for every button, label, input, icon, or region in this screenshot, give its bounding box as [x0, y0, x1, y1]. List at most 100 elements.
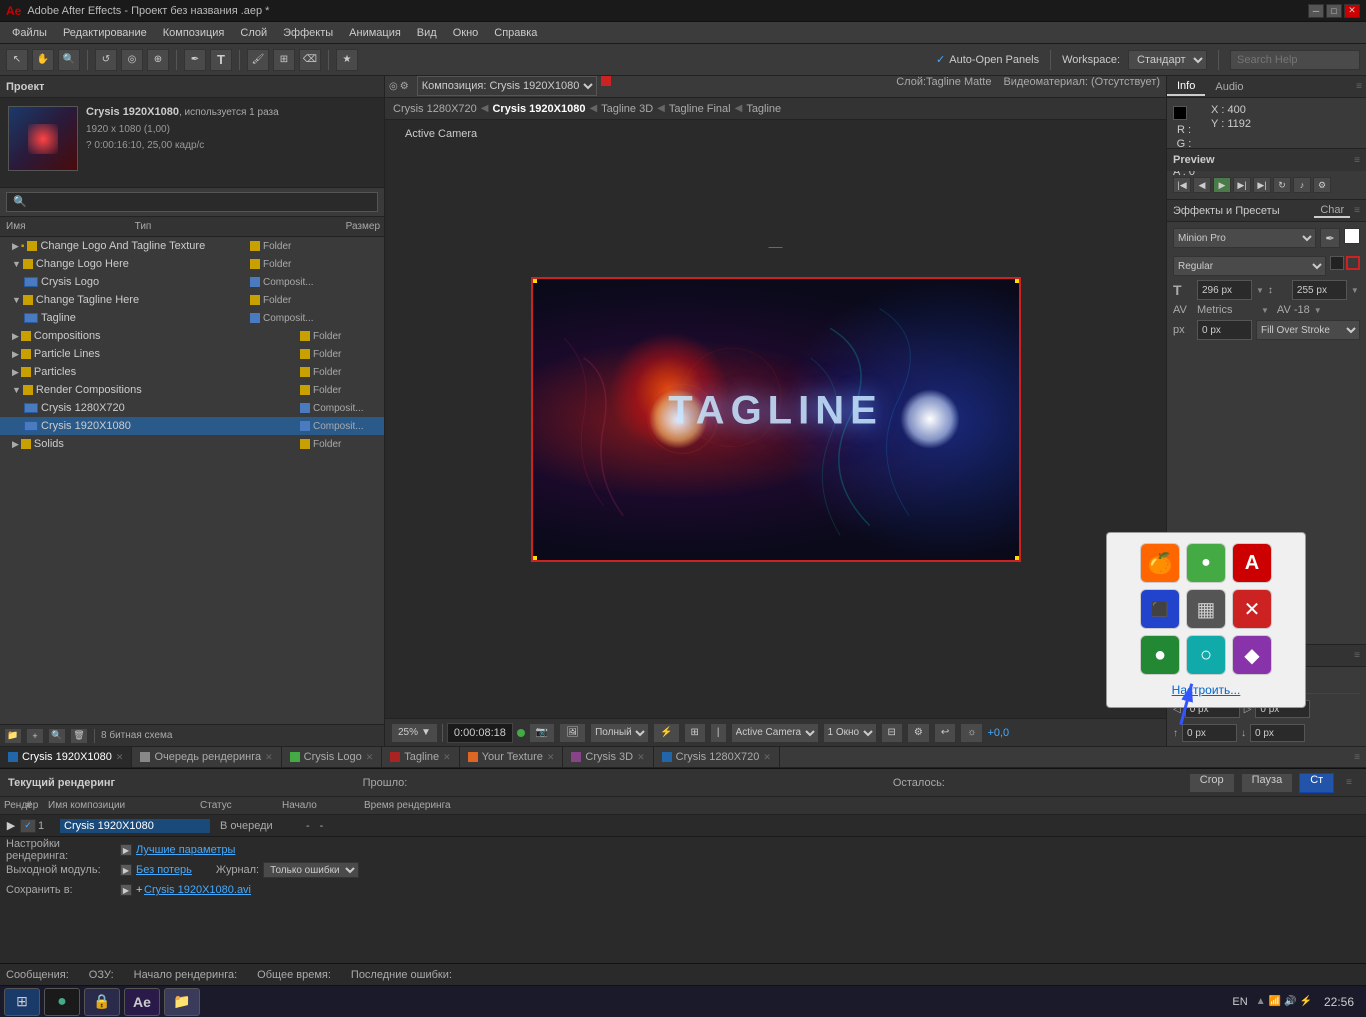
chrome-button[interactable]: ●	[44, 988, 80, 1016]
timeline-tab-crysislogo[interactable]: Crysis Logo ✕	[282, 747, 383, 767]
timeline-tab-crysis1920[interactable]: Crysis 1920X1080 ✕	[0, 747, 132, 767]
timeline-tab-texture[interactable]: Your Texture ✕	[460, 747, 564, 767]
start-render-button[interactable]: Ст	[1299, 773, 1334, 793]
menu-files[interactable]: Файлы	[4, 25, 55, 41]
list-item[interactable]: ▶ Particle Lines Folder	[0, 345, 384, 363]
tool-clone[interactable]: ⊞	[273, 49, 295, 71]
delete-button[interactable]: 🗑	[70, 728, 88, 744]
fast-preview-btn[interactable]: ⚡	[653, 723, 679, 743]
breadcrumb-crysis-1920[interactable]: Crysis 1920X1080	[492, 103, 585, 115]
menu-edit[interactable]: Редактирование	[55, 25, 155, 41]
expand-arrow[interactable]: ▶	[4, 819, 18, 833]
effects-menu-btn[interactable]: ≡	[1354, 205, 1360, 216]
preview-settings-button[interactable]: ⚙	[1313, 177, 1331, 193]
tab-close-tagline[interactable]: ✕	[443, 752, 451, 763]
guides-btn[interactable]: |	[710, 723, 727, 743]
timeline-tab-crysis1280[interactable]: Crysis 1280X720 ✕	[654, 747, 780, 767]
list-item[interactable]: Crysis 1280X720 Composit...	[0, 399, 384, 417]
render-panel-menu[interactable]: ≡	[1340, 777, 1358, 788]
grid-btn[interactable]: ⊞	[684, 723, 706, 743]
auto-open-toggle[interactable]: ✓ Auto-Open Panels	[936, 53, 1039, 66]
px-input[interactable]	[1197, 320, 1252, 340]
list-item[interactable]: Crysis Logo Composit...	[0, 273, 384, 291]
tool-zoom[interactable]: 🔍	[58, 49, 80, 71]
composition-settings-btn[interactable]: ⚙	[907, 723, 930, 743]
time-display[interactable]: 0:00:08:18	[447, 723, 513, 743]
pause-button[interactable]: Пауза	[1241, 773, 1294, 793]
tab-close-crysis3d[interactable]: ✕	[637, 752, 645, 763]
tab-audio[interactable]: Audio	[1205, 79, 1253, 95]
font-size-input[interactable]	[1197, 280, 1252, 300]
comp-name-dropdown[interactable]: Композиция: Crysis 1920X1080	[417, 76, 597, 96]
no-fill-icon[interactable]	[1346, 256, 1360, 270]
search-button[interactable]: 🔍	[48, 728, 66, 744]
addon-icon-9[interactable]: ◆	[1232, 635, 1272, 675]
reset-view-btn[interactable]: ↩	[934, 723, 956, 743]
render-enabled-check[interactable]: ✓	[20, 819, 36, 833]
menu-window[interactable]: Окно	[445, 25, 487, 41]
breadcrumb-tagline-3d[interactable]: Tagline 3D	[601, 103, 653, 115]
save-path-expand[interactable]: ▶	[120, 884, 132, 896]
list-item[interactable]: ▶ ▪ Change Logo And Tagline Texture Fold…	[0, 237, 384, 255]
color-picker-white[interactable]	[1344, 228, 1360, 244]
render-comp-name[interactable]: Crysis 1920X1080	[60, 819, 210, 833]
font-style-select[interactable]: Regular	[1173, 256, 1326, 276]
stroke-color[interactable]	[1330, 256, 1344, 270]
list-item[interactable]: ▼ Render Compositions Folder	[0, 381, 384, 399]
tool-rotate[interactable]: ↺	[95, 49, 117, 71]
canvas-viewport[interactable]: Active Camera —	[385, 120, 1166, 718]
tab-close-renderqueue[interactable]: ✕	[265, 752, 273, 763]
workspace-select[interactable]: Стандарт	[1128, 50, 1207, 70]
snapshot-btn[interactable]: 📷	[529, 723, 555, 743]
tab-info[interactable]: Info	[1167, 78, 1205, 96]
leading-input[interactable]	[1292, 280, 1347, 300]
list-item[interactable]: ▶ Particles Folder	[0, 363, 384, 381]
corner-handle-bl[interactable]	[531, 556, 537, 562]
tool-brush[interactable]: 🖌	[247, 49, 269, 71]
loop-button[interactable]: ↻	[1273, 177, 1291, 193]
start-button[interactable]: ⊞	[4, 988, 40, 1016]
new-comp-button[interactable]: +	[26, 728, 44, 744]
corner-handle-tl[interactable]	[531, 277, 537, 283]
composition-canvas[interactable]: TAGLINE	[531, 277, 1021, 562]
tool-eraser[interactable]: ⌫	[299, 49, 321, 71]
zoom-control[interactable]: 25% ▼	[391, 723, 438, 743]
tab-close-crysis1920[interactable]: ✕	[116, 752, 124, 763]
timeline-tab-tagline[interactable]: Tagline ✕	[382, 747, 459, 767]
breadcrumb-tagline-final[interactable]: Tagline Final	[669, 103, 731, 115]
breadcrumb-crysis-1280[interactable]: Crysis 1280X720	[393, 103, 477, 115]
minimize-button[interactable]: ─	[1308, 4, 1324, 18]
tool-puppet[interactable]: ★	[336, 49, 358, 71]
char-tab[interactable]: Char	[1314, 204, 1350, 218]
project-search-input[interactable]	[6, 192, 378, 212]
go-start-button[interactable]: |◀	[1173, 177, 1191, 193]
tab-close-crysislogo[interactable]: ✕	[366, 752, 374, 763]
timeline-tab-crysis3d[interactable]: Crysis 3D ✕	[563, 747, 653, 767]
tab-close-texture[interactable]: ✕	[547, 752, 555, 763]
list-item[interactable]: ▼ Change Logo Here Folder	[0, 255, 384, 273]
output-module-expand[interactable]: ▶	[120, 864, 132, 876]
3d-layout-btn[interactable]: ⊟	[881, 723, 903, 743]
close-button[interactable]: ✕	[1344, 4, 1360, 18]
corner-handle-tr[interactable]	[1015, 277, 1021, 283]
tool-pen[interactable]: ✒	[184, 49, 206, 71]
addon-icon-7[interactable]: ●	[1140, 635, 1180, 675]
menu-view[interactable]: Вид	[409, 25, 445, 41]
quality-select[interactable]: Полный	[590, 723, 649, 743]
exposure-btn[interactable]: ☼	[960, 723, 983, 743]
fill-style-select[interactable]: Fill Over Stroke	[1256, 320, 1360, 340]
addon-icon-4[interactable]: ⬛	[1140, 589, 1180, 629]
tool-select[interactable]: ↖	[6, 49, 28, 71]
customize-link[interactable]: Настроить...	[1117, 683, 1295, 697]
best-settings-link[interactable]: Лучшие параметры	[136, 844, 235, 856]
tool-text[interactable]: T	[210, 49, 232, 71]
preview-menu-btn[interactable]: ≡	[1354, 155, 1360, 166]
timeline-tab-renderqueue[interactable]: Очередь рендеринга ✕	[132, 747, 281, 767]
addon-icon-6[interactable]: ✕	[1232, 589, 1272, 629]
breadcrumb-tagline[interactable]: Tagline	[746, 103, 781, 115]
maximize-button[interactable]: □	[1326, 4, 1342, 18]
corner-handle-br[interactable]	[1015, 556, 1021, 562]
list-item-selected[interactable]: Crysis 1920X1080 Composit...	[0, 417, 384, 435]
addon-icon-2[interactable]: ●	[1186, 543, 1226, 583]
list-item[interactable]: ▶ Solids Folder	[0, 435, 384, 453]
